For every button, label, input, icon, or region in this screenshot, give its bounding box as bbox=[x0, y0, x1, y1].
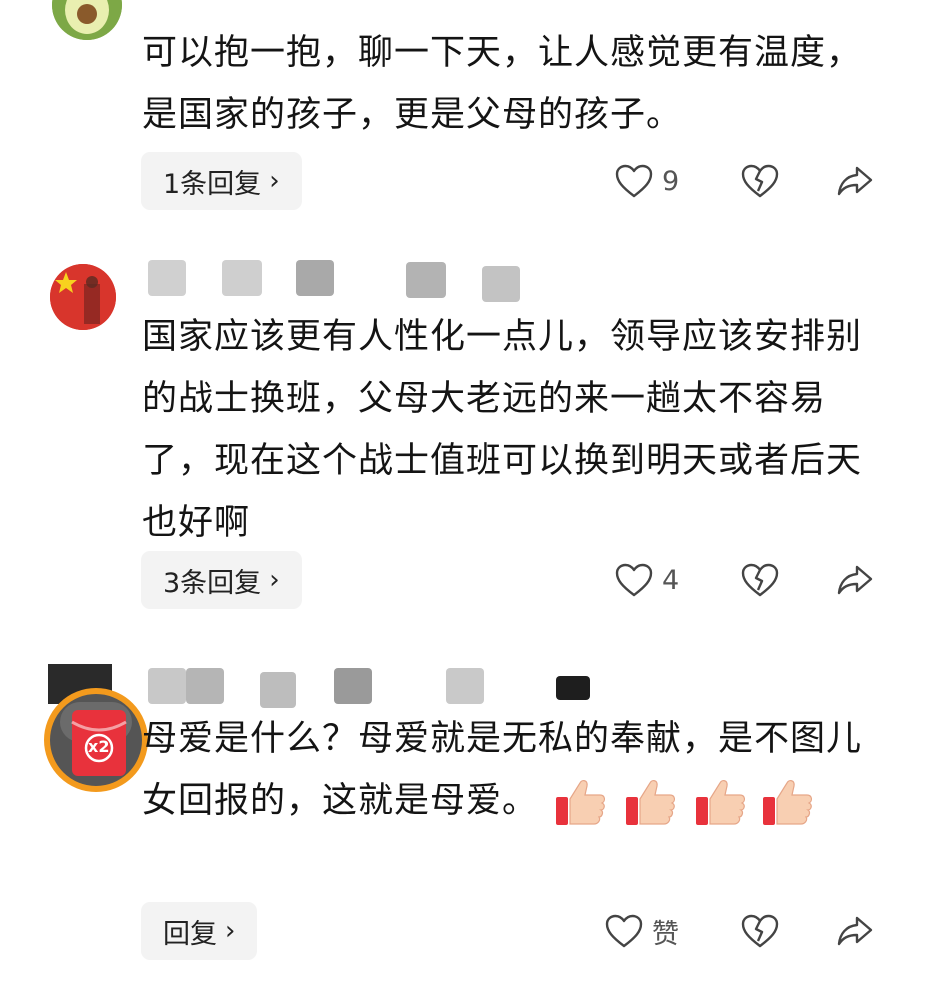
like-button[interactable]: 赞 bbox=[604, 902, 679, 960]
share-arrow-icon bbox=[837, 565, 873, 595]
heart-outline-icon bbox=[615, 563, 653, 597]
view-replies-button[interactable]: 1条回复 › bbox=[141, 152, 302, 210]
like-button[interactable]: 9 bbox=[614, 152, 679, 210]
reply-button[interactable]: 回复 › bbox=[141, 902, 258, 960]
share-arrow-icon bbox=[837, 166, 873, 196]
share-button[interactable] bbox=[835, 152, 875, 210]
dislike-button[interactable] bbox=[740, 152, 780, 210]
share-arrow-icon bbox=[837, 916, 873, 946]
share-button[interactable] bbox=[835, 902, 875, 960]
thumbs-up-emoji bbox=[556, 780, 606, 825]
like-count: 4 bbox=[662, 564, 680, 596]
comment-text: 国家应该更有人性化一点儿，领导应该安排别的战士换班，父母大老远的来一趟太不容易了… bbox=[142, 317, 863, 543]
share-button[interactable] bbox=[835, 551, 875, 609]
avatar[interactable] bbox=[52, 0, 122, 40]
red-packet-badge: x2 bbox=[88, 737, 110, 756]
reply-count-label: 3条回复 bbox=[163, 567, 262, 599]
like-label: 赞 bbox=[652, 918, 679, 950]
comment-text: 可以抱一抱，聊一下天，让人感觉更有温度，是国家的孩子，更是父母的孩子。 bbox=[142, 33, 863, 135]
comment-text: 母爱是什么？母爱就是无私的奉献，是不图儿女回报的，这就是母爱。 bbox=[142, 708, 882, 832]
chevron-right-icon: › bbox=[269, 166, 280, 196]
dislike-button[interactable] bbox=[740, 902, 780, 960]
broken-heart-icon bbox=[741, 914, 779, 948]
thumbs-up-emoji bbox=[762, 780, 812, 825]
dislike-button[interactable] bbox=[740, 551, 780, 609]
broken-heart-icon bbox=[741, 563, 779, 597]
broken-heart-icon bbox=[741, 164, 779, 198]
reply-label: 回复 bbox=[163, 918, 217, 950]
chevron-right-icon: › bbox=[269, 565, 280, 595]
heart-outline-icon bbox=[615, 164, 653, 198]
flag-avatar-icon bbox=[50, 264, 116, 330]
avatar[interactable] bbox=[50, 264, 116, 330]
like-button[interactable]: 4 bbox=[614, 551, 679, 609]
view-replies-button[interactable]: 3条回复 › bbox=[141, 551, 302, 609]
chevron-right-icon: › bbox=[225, 916, 236, 946]
thumbs-up-emoji bbox=[626, 780, 676, 825]
avocado-avatar-icon bbox=[52, 0, 122, 40]
reply-count-label: 1条回复 bbox=[163, 168, 262, 200]
like-count: 9 bbox=[662, 165, 680, 197]
avatar[interactable]: x2 bbox=[44, 664, 154, 814]
comment-actions: 9 bbox=[600, 152, 890, 210]
comment-actions: 赞 bbox=[600, 902, 890, 960]
heart-outline-icon bbox=[605, 914, 643, 948]
comment-actions: 4 bbox=[600, 551, 890, 609]
thumbs-up-emoji bbox=[696, 780, 746, 825]
